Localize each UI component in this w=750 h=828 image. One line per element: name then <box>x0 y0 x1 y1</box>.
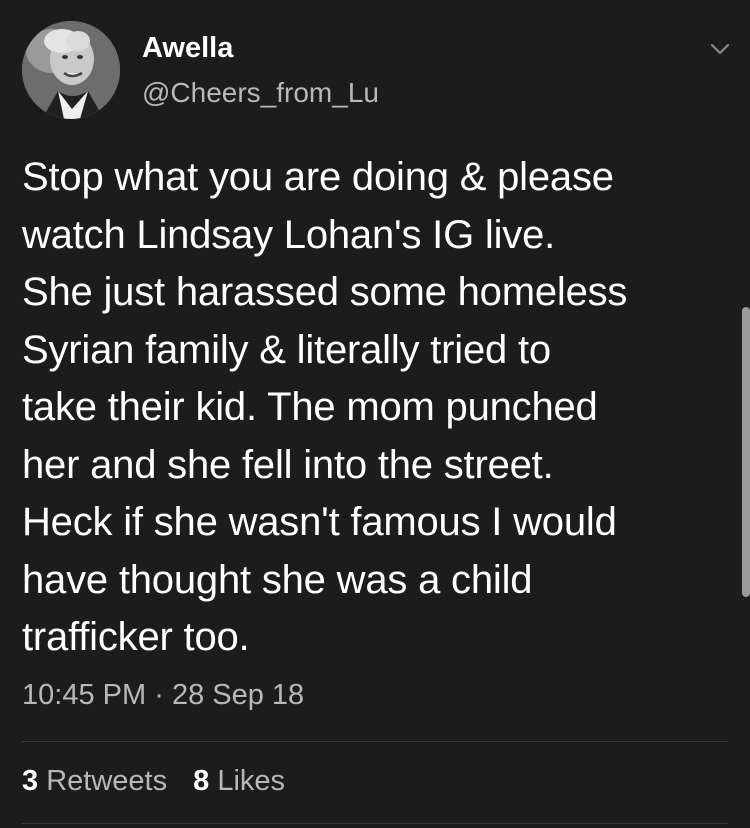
tweet-card: Awella @Cheers_from_Lu Stop what you are… <box>0 0 750 828</box>
avatar[interactable] <box>22 21 120 119</box>
retweets-label: Retweets <box>46 765 168 797</box>
tweet-timestamp: 10:45 PM · 28 Sep 18 <box>22 679 304 712</box>
divider <box>22 823 728 824</box>
scrollbar[interactable] <box>742 307 750 597</box>
display-name[interactable]: Awella <box>142 32 233 65</box>
retweets-stat[interactable]: 3 Retweets <box>22 765 175 797</box>
likes-stat[interactable]: 8 Likes <box>193 765 285 797</box>
divider <box>22 741 728 742</box>
tweet-time: 10:45 PM <box>22 679 147 711</box>
retweets-count: 3 <box>22 765 39 797</box>
chevron-down-icon[interactable] <box>707 36 733 62</box>
tweet-text: Stop what you are doing & please watch L… <box>22 155 628 659</box>
avatar-image <box>22 21 120 119</box>
user-handle[interactable]: @Cheers_from_Lu <box>142 77 379 109</box>
likes-label: Likes <box>217 765 286 797</box>
tweet-date: 28 Sep 18 <box>171 679 305 711</box>
tweet-stats: 3 Retweets 8 Likes <box>22 765 303 798</box>
meta-separator: · <box>154 679 164 711</box>
likes-count: 8 <box>193 765 210 797</box>
